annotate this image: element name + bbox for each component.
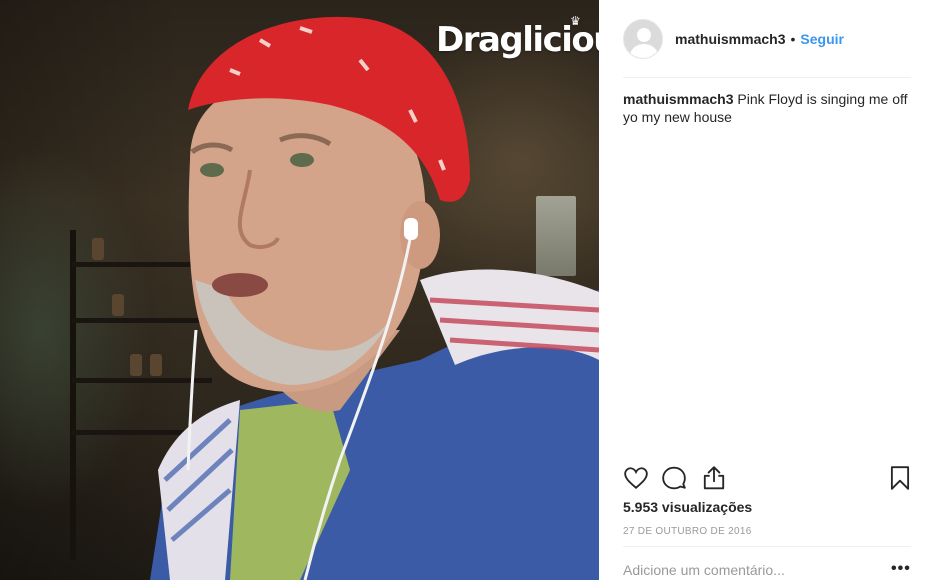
avatar-body bbox=[630, 44, 658, 58]
post-header: mathuismmach3 • Seguir bbox=[599, 0, 911, 78]
comment-button[interactable] bbox=[661, 464, 687, 492]
heart-icon bbox=[624, 467, 648, 489]
avatar-head bbox=[637, 28, 651, 42]
share-icon bbox=[703, 466, 725, 490]
person-figure bbox=[150, 16, 599, 580]
crown-icon: ♛ bbox=[569, 14, 581, 28]
avatar[interactable] bbox=[623, 19, 663, 59]
comment-form: ••• bbox=[623, 556, 911, 580]
comment-divider bbox=[623, 546, 911, 547]
separator-dot: • bbox=[790, 31, 796, 47]
comment-input[interactable] bbox=[623, 556, 891, 578]
action-bar bbox=[623, 464, 911, 496]
caption-username-link[interactable]: mathuismmach3 bbox=[623, 91, 733, 107]
bookmark-icon bbox=[890, 466, 910, 490]
post-media[interactable]: ♛ Draglicious bbox=[0, 0, 599, 580]
save-button[interactable] bbox=[887, 464, 913, 492]
draglicious-watermark: ♛ Draglicious bbox=[436, 14, 599, 60]
post-panel: mathuismmach3 • Seguir mathuismmach3 Pin… bbox=[599, 0, 933, 580]
header-divider bbox=[623, 77, 911, 78]
like-button[interactable] bbox=[623, 464, 649, 492]
share-button[interactable] bbox=[701, 464, 727, 492]
comment-icon bbox=[662, 466, 686, 490]
follow-button[interactable]: Seguir bbox=[800, 31, 844, 47]
view-count[interactable]: 5.953 visualizações bbox=[623, 499, 752, 515]
post-date[interactable]: 27 DE OUTUBRO DE 2016 bbox=[623, 526, 752, 537]
username-link[interactable]: mathuismmach3 bbox=[675, 31, 785, 47]
more-options-icon[interactable]: ••• bbox=[891, 556, 911, 578]
post-caption: mathuismmach3 Pink Floyd is singing me o… bbox=[623, 90, 911, 126]
